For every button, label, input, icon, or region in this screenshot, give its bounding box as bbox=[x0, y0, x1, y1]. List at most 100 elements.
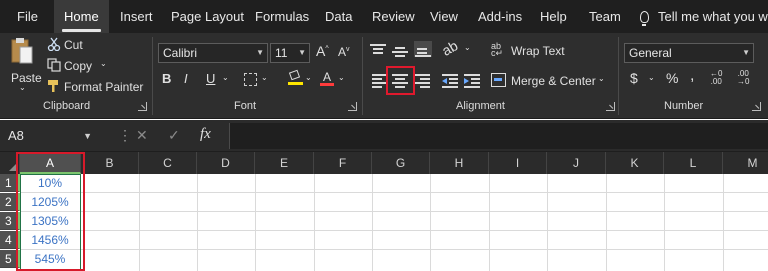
tab-team[interactable]: Team bbox=[589, 0, 621, 33]
alignment-group-label: Alignment bbox=[456, 100, 505, 112]
bold-button[interactable]: B bbox=[162, 71, 171, 86]
orientation-icon[interactable]: ab bbox=[439, 37, 460, 59]
tab-view[interactable]: View bbox=[430, 0, 458, 33]
tab-data[interactable]: Data bbox=[325, 0, 352, 33]
borders-dropdown-icon[interactable]: ⌄ bbox=[261, 73, 268, 82]
row-header-3[interactable]: 3 bbox=[0, 212, 20, 230]
font-color-dropdown-icon[interactable]: ⌄ bbox=[338, 73, 345, 82]
tab-home[interactable]: Home bbox=[54, 0, 109, 33]
fill-color-icon[interactable] bbox=[288, 69, 303, 85]
gridline bbox=[664, 174, 665, 271]
excel-window: File Home Insert Page Layout Formulas Da… bbox=[0, 0, 768, 271]
middle-align-icon[interactable] bbox=[392, 43, 410, 59]
gridline bbox=[20, 192, 768, 193]
select-all-button[interactable] bbox=[0, 152, 20, 174]
column-header-c[interactable]: C bbox=[139, 152, 197, 174]
column-a-selection bbox=[20, 174, 81, 271]
align-right-icon[interactable] bbox=[414, 73, 432, 89]
column-header-b[interactable]: B bbox=[81, 152, 139, 174]
gridline bbox=[139, 174, 140, 271]
merge-center-button[interactable]: Merge & Center bbox=[511, 74, 596, 88]
name-box[interactable]: A8 ▼ bbox=[0, 125, 118, 147]
row-header-2[interactable]: 2 bbox=[0, 193, 20, 211]
grow-font-button[interactable]: A^ bbox=[316, 43, 329, 59]
tab-add-ins[interactable]: Add-ins bbox=[478, 0, 522, 33]
decrease-decimal-icon[interactable]: .00 →0 bbox=[737, 70, 749, 86]
wrap-text-icon[interactable]: ab c↵ bbox=[491, 42, 507, 58]
clipboard-launcher-icon[interactable] bbox=[138, 102, 147, 111]
increase-indent-icon[interactable] bbox=[464, 73, 482, 89]
percent-button[interactable]: % bbox=[666, 70, 678, 86]
paste-icon[interactable] bbox=[10, 37, 34, 67]
merge-center-icon[interactable] bbox=[491, 73, 506, 87]
copy-button[interactable]: Copy bbox=[64, 59, 92, 73]
clipboard-group-label: Clipboard bbox=[43, 100, 91, 112]
insert-function-button[interactable]: fx bbox=[200, 126, 211, 143]
underline-dropdown-icon[interactable]: ⌄ bbox=[222, 73, 229, 82]
font-group-label: Font bbox=[234, 100, 257, 112]
lightbulb-icon bbox=[640, 11, 649, 26]
font-size-select[interactable]: 11 ▼ bbox=[270, 43, 310, 63]
wrap-text-button[interactable]: Wrap Text bbox=[511, 44, 565, 58]
column-header-h[interactable]: H bbox=[430, 152, 489, 174]
enter-check-icon[interactable]: ✓ bbox=[168, 127, 180, 144]
formula-input[interactable] bbox=[229, 123, 768, 149]
row-header-1[interactable]: 1 bbox=[0, 174, 20, 192]
tab-formulas[interactable]: Formulas bbox=[255, 0, 309, 33]
increase-decimal-icon[interactable]: ←0.00 bbox=[710, 70, 722, 86]
italic-button[interactable]: I bbox=[184, 71, 188, 86]
currency-dropdown-icon[interactable]: ⌄ bbox=[648, 73, 655, 82]
column-header-f[interactable]: F bbox=[314, 152, 372, 174]
tab-page-layout[interactable]: Page Layout bbox=[171, 0, 244, 33]
tell-me-search[interactable]: Tell me what you wa bbox=[640, 0, 768, 33]
comma-style-button[interactable]: , bbox=[690, 67, 694, 85]
format-painter-icon[interactable] bbox=[47, 79, 61, 93]
column-header-m[interactable]: M bbox=[723, 152, 768, 174]
borders-icon[interactable] bbox=[244, 73, 257, 86]
worksheet-grid: A B C D E F G H I J K L M 1 2 3 4 5 10% … bbox=[0, 152, 768, 271]
orientation-dropdown-icon[interactable]: ⌄ bbox=[464, 43, 471, 52]
underline-button[interactable]: U bbox=[206, 71, 215, 86]
column-header-j[interactable]: J bbox=[547, 152, 606, 174]
row-header-5[interactable]: 5 bbox=[0, 250, 20, 268]
tab-insert[interactable]: Insert bbox=[120, 0, 153, 33]
row-header-4[interactable]: 4 bbox=[0, 231, 20, 249]
currency-button[interactable]: $ bbox=[630, 70, 638, 86]
paste-dropdown-icon[interactable]: ⌄ bbox=[19, 83, 26, 92]
column-header-k[interactable]: K bbox=[606, 152, 664, 174]
bottom-align-icon[interactable] bbox=[414, 41, 432, 57]
column-header-d[interactable]: D bbox=[197, 152, 255, 174]
column-header-e[interactable]: E bbox=[255, 152, 314, 174]
ribbon-home: Paste ⌄ Cut Copy ⌄ Format Painter Clipbo… bbox=[0, 33, 768, 119]
cut-button[interactable]: Cut bbox=[64, 38, 83, 52]
font-color-icon[interactable]: A bbox=[320, 70, 334, 86]
fill-color-dropdown-icon[interactable]: ⌄ bbox=[305, 73, 312, 82]
number-launcher-icon[interactable] bbox=[752, 102, 761, 111]
gridline bbox=[255, 174, 256, 271]
copy-icon[interactable] bbox=[47, 58, 61, 72]
alignment-launcher-icon[interactable] bbox=[606, 102, 615, 111]
font-family-select[interactable]: Calibri ▼ bbox=[158, 43, 268, 63]
gridline bbox=[20, 249, 768, 250]
column-header-l[interactable]: L bbox=[664, 152, 723, 174]
column-header-a[interactable]: A bbox=[20, 152, 81, 174]
chevron-down-icon: ▼ bbox=[742, 48, 750, 57]
gridline bbox=[606, 174, 607, 271]
number-format-select[interactable]: General ▼ bbox=[624, 43, 754, 63]
format-painter-button[interactable]: Format Painter bbox=[64, 80, 143, 94]
tab-review[interactable]: Review bbox=[372, 0, 415, 33]
scissors-icon[interactable] bbox=[47, 37, 61, 51]
merge-dropdown-icon[interactable]: ⌄ bbox=[598, 74, 605, 83]
copy-dropdown-icon[interactable]: ⌄ bbox=[100, 59, 107, 68]
cancel-icon[interactable]: ✕ bbox=[136, 127, 148, 144]
column-header-i[interactable]: I bbox=[489, 152, 547, 174]
top-align-icon[interactable] bbox=[370, 43, 388, 59]
font-launcher-icon[interactable] bbox=[348, 102, 357, 111]
tab-file[interactable]: File bbox=[17, 0, 38, 33]
decrease-indent-icon[interactable] bbox=[442, 73, 460, 89]
paste-label[interactable]: Paste bbox=[11, 71, 42, 85]
column-header-g[interactable]: G bbox=[372, 152, 430, 174]
tab-help[interactable]: Help bbox=[540, 0, 567, 33]
shrink-font-button[interactable]: Av bbox=[338, 45, 350, 59]
gridline bbox=[20, 230, 768, 231]
